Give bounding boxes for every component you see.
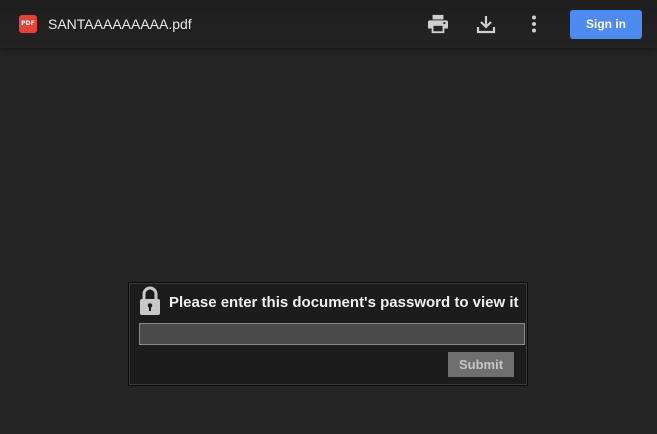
more-vert-icon bbox=[532, 15, 536, 33]
file-name: SANTAAAAAAAAA.pdf bbox=[48, 16, 192, 32]
print-icon bbox=[428, 14, 448, 34]
submit-button[interactable]: Submit bbox=[448, 352, 514, 377]
password-dialog: Please enter this document's password to… bbox=[128, 282, 528, 386]
download-button[interactable] bbox=[474, 12, 498, 36]
print-button[interactable] bbox=[426, 12, 450, 36]
sign-in-button[interactable]: Sign in bbox=[570, 10, 642, 39]
download-icon bbox=[476, 16, 496, 34]
password-prompt: Please enter this document's password to… bbox=[169, 294, 519, 311]
top-toolbar: PDF SANTAAAAAAAAA.pdf Sign in bbox=[0, 0, 657, 48]
password-input[interactable] bbox=[139, 323, 525, 345]
lock-icon bbox=[140, 286, 160, 315]
more-options-button[interactable] bbox=[522, 12, 546, 36]
pdf-file-icon: PDF bbox=[19, 15, 37, 33]
